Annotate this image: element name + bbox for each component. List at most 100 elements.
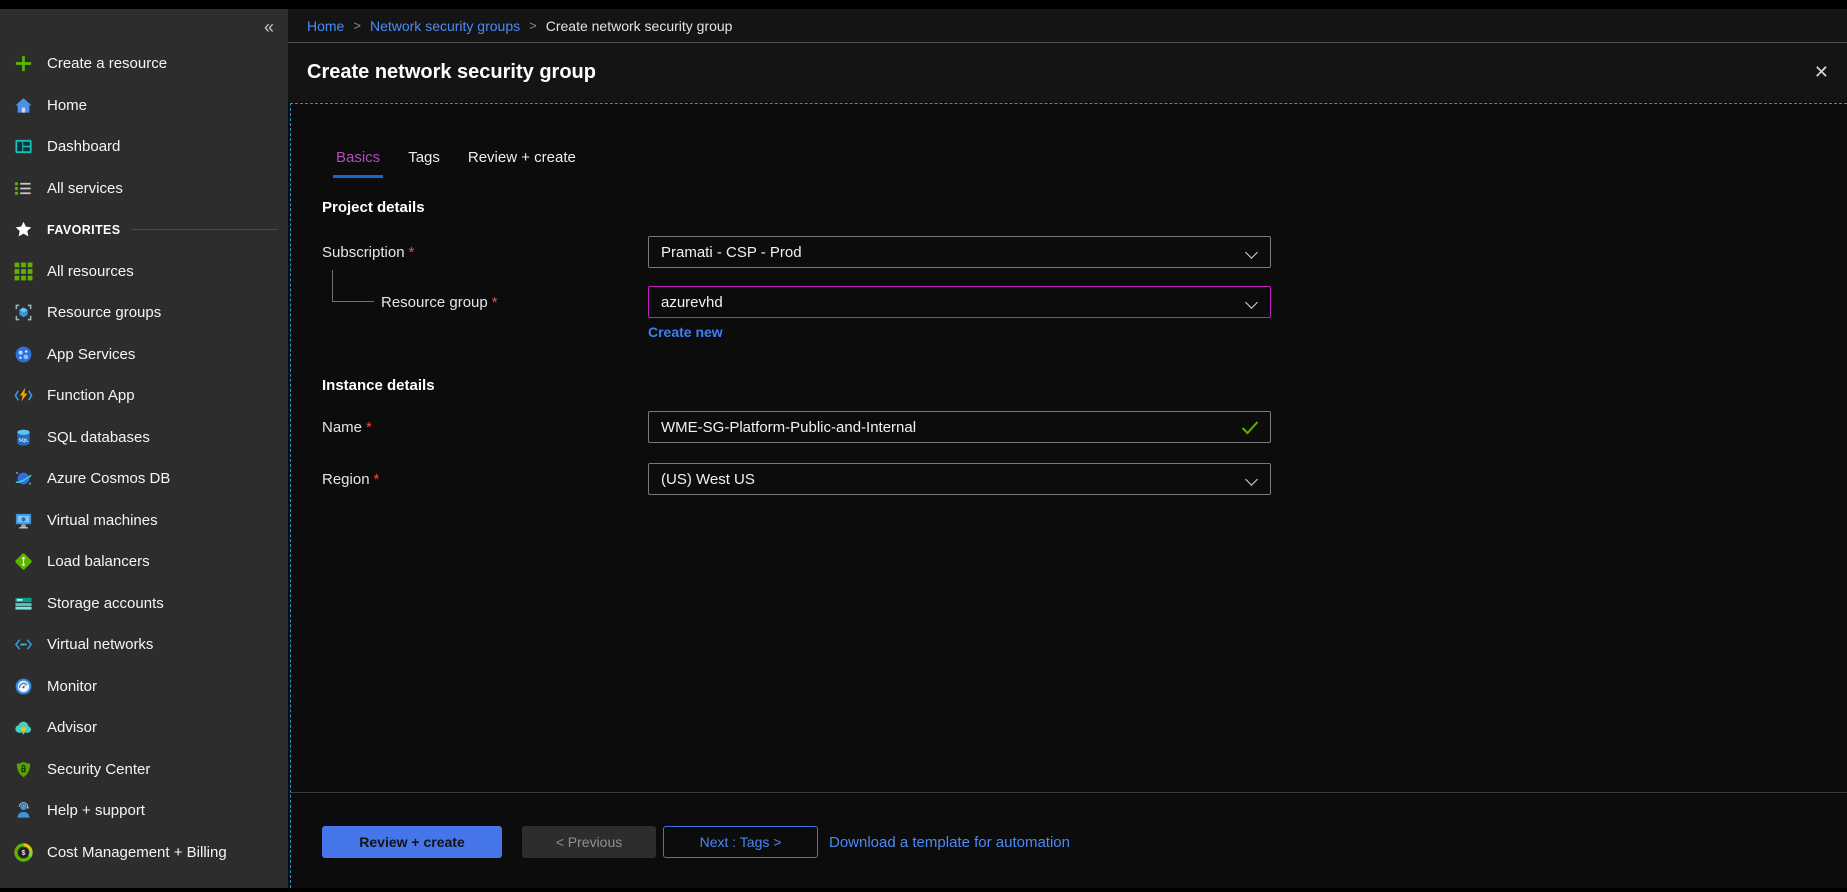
name-input[interactable]: WME-SG-Platform-Public-and-Internal	[648, 411, 1271, 443]
plus-icon	[13, 53, 34, 74]
resource-groups-icon	[13, 302, 34, 323]
sidebar-item-label: Security Center	[47, 761, 150, 778]
sidebar-item-label: Home	[47, 97, 87, 114]
help-support-icon	[13, 800, 34, 821]
tab-basics[interactable]: Basics	[333, 149, 383, 178]
svg-text:$: $	[22, 849, 26, 857]
name-row: Name* WME-SG-Platform-Public-and-Interna…	[322, 411, 1847, 443]
region-label: Region*	[322, 471, 648, 488]
required-marker: *	[366, 419, 372, 436]
review-create-button[interactable]: Review + create	[322, 826, 502, 858]
tab-review-create[interactable]: Review + create	[465, 149, 579, 178]
blade-panel: Basics Tags Review + create Project deta…	[290, 103, 1847, 888]
chevron-down-icon	[1245, 246, 1258, 259]
chevron-down-icon	[1245, 296, 1258, 309]
required-marker: *	[374, 471, 380, 488]
name-value: WME-SG-Platform-Public-and-Internal	[661, 419, 916, 436]
resource-group-dropdown[interactable]: azurevhd	[648, 286, 1271, 318]
storage-accounts-icon	[13, 593, 34, 614]
sidebar-section-label: FAVORITES	[47, 223, 121, 237]
collapse-sidebar-icon[interactable]: «	[264, 17, 274, 37]
close-icon[interactable]: ✕	[1814, 62, 1829, 83]
sidebar-item-label: Load balancers	[47, 553, 150, 570]
sidebar-item-home[interactable]: Home	[0, 85, 288, 127]
next-tags-button[interactable]: Next : Tags >	[663, 826, 818, 858]
all-services-icon	[13, 178, 34, 199]
azure-portal-screen: { "sidebar": { "collapse_icon": "«", "it…	[0, 0, 1847, 892]
sidebar-item-function-app[interactable]: Function App	[0, 375, 288, 417]
region-row: Region* (US) West US	[322, 463, 1847, 495]
sidebar-item-storage-accounts[interactable]: Storage accounts	[0, 583, 288, 625]
breadcrumb-nsg-link[interactable]: Network security groups	[370, 18, 520, 34]
sidebar-item-label: Dashboard	[47, 138, 120, 155]
tab-bar: Basics Tags Review + create	[333, 104, 1847, 178]
sidebar-item-label: Virtual networks	[47, 636, 153, 653]
sidebar: « Create a resource Home Dashboard All s…	[0, 9, 288, 888]
instance-details-heading: Instance details	[322, 377, 1847, 395]
sidebar-item-monitor[interactable]: Monitor	[0, 666, 288, 708]
app-services-icon	[13, 344, 34, 365]
tab-tags[interactable]: Tags	[405, 149, 443, 178]
sidebar-item-virtual-networks[interactable]: Virtual networks	[0, 624, 288, 666]
sidebar-nav: Create a resource Home Dashboard All ser…	[0, 9, 288, 873]
sidebar-item-create-a-resource[interactable]: Create a resource	[0, 43, 288, 85]
sidebar-item-app-services[interactable]: App Services	[0, 334, 288, 376]
sidebar-item-virtual-machines[interactable]: Virtual machines	[0, 500, 288, 542]
cost-management-icon: $	[13, 842, 34, 863]
sidebar-item-security-center[interactable]: Security Center	[0, 749, 288, 791]
previous-button[interactable]: < Previous	[522, 826, 656, 858]
grid-icon	[13, 261, 34, 282]
load-balancers-icon	[13, 551, 34, 572]
sidebar-item-advisor[interactable]: Advisor	[0, 707, 288, 749]
sidebar-item-label: Advisor	[47, 719, 97, 736]
subscription-dropdown[interactable]: Pramati - CSP - Prod	[648, 236, 1271, 268]
breadcrumb-current: Create network security group	[546, 18, 733, 34]
sidebar-item-load-balancers[interactable]: Load balancers	[0, 541, 288, 583]
subscription-label: Subscription*	[322, 244, 648, 261]
breadcrumb-home-link[interactable]: Home	[307, 18, 344, 34]
breadcrumb-separator: >	[353, 18, 361, 33]
sidebar-item-label: All services	[47, 180, 123, 197]
svg-text:SQL: SQL	[18, 437, 28, 443]
sidebar-item-label: SQL databases	[47, 429, 150, 446]
home-icon	[13, 95, 34, 116]
sidebar-item-sql-databases[interactable]: SQL SQL databases	[0, 417, 288, 459]
sidebar-item-label: Create a resource	[47, 55, 167, 72]
sidebar-item-label: Help + support	[47, 802, 145, 819]
resource-group-row: Resource group* azurevhd	[322, 286, 1847, 318]
function-app-icon	[13, 385, 34, 406]
blade-header: Create network security group ✕	[288, 43, 1847, 102]
sidebar-item-resource-groups[interactable]: Resource groups	[0, 292, 288, 334]
sidebar-item-all-resources[interactable]: All resources	[0, 251, 288, 293]
sidebar-item-label: Azure Cosmos DB	[47, 470, 170, 487]
download-template-link[interactable]: Download a template for automation	[829, 834, 1070, 851]
breadcrumb-separator: >	[529, 18, 537, 33]
virtual-machines-icon	[13, 510, 34, 531]
monitor-icon	[13, 676, 34, 697]
name-label: Name*	[322, 419, 648, 436]
required-marker: *	[409, 244, 415, 261]
sidebar-item-azure-cosmos-db[interactable]: Azure Cosmos DB	[0, 458, 288, 500]
breadcrumb: Home > Network security groups > Create …	[288, 9, 1847, 43]
sidebar-item-label: Cost Management + Billing	[47, 844, 227, 861]
subscription-value: Pramati - CSP - Prod	[661, 244, 802, 261]
sidebar-item-label: Resource groups	[47, 304, 161, 321]
resource-group-value: azurevhd	[661, 294, 723, 311]
region-dropdown[interactable]: (US) West US	[648, 463, 1271, 495]
sidebar-item-label: Function App	[47, 387, 135, 404]
footer-actions: Review + create < Previous Next : Tags >…	[322, 826, 1070, 858]
required-marker: *	[492, 294, 498, 311]
indent-connector-line	[332, 270, 374, 302]
create-new-link[interactable]: Create new	[648, 324, 723, 341]
sidebar-item-dashboard[interactable]: Dashboard	[0, 126, 288, 168]
favorites-divider	[131, 229, 278, 230]
subscription-row: Subscription* Pramati - CSP - Prod	[322, 236, 1847, 268]
region-value: (US) West US	[661, 471, 755, 488]
sidebar-item-label: Virtual machines	[47, 512, 158, 529]
sidebar-item-cost-management-billing[interactable]: $ Cost Management + Billing	[0, 832, 288, 874]
chevron-down-icon	[1245, 473, 1258, 486]
sidebar-item-label: Monitor	[47, 678, 97, 695]
sidebar-item-label: All resources	[47, 263, 134, 280]
sidebar-item-help-support[interactable]: Help + support	[0, 790, 288, 832]
sidebar-item-all-services[interactable]: All services	[0, 168, 288, 210]
